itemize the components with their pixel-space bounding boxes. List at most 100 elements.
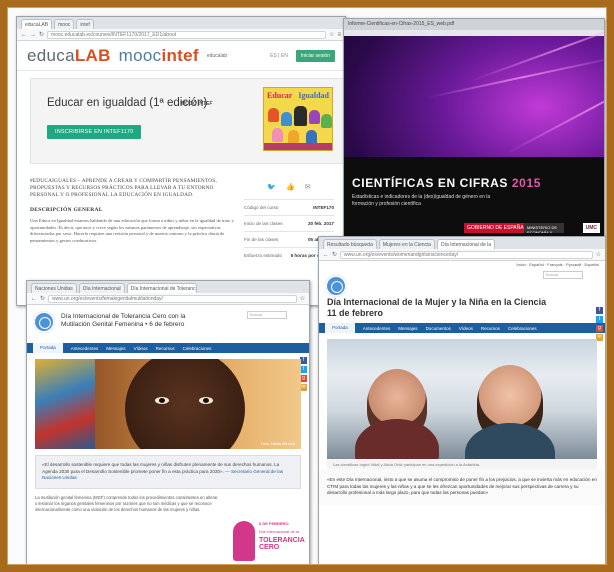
un-emblem-icon[interactable]	[33, 311, 55, 333]
report-title: CIENTÍFICAS EN CIFRAS 2015	[352, 176, 541, 190]
twitter-icon[interactable]: t	[300, 366, 307, 373]
woman-silhouette-icon	[233, 521, 255, 561]
site-header: educaLAB moocintef educalab ES | EN Inic…	[17, 41, 345, 71]
googleplus-icon[interactable]: g	[596, 325, 603, 332]
meta-row: Código del curso INTEF170	[244, 199, 334, 215]
browser-tab[interactable]: mooc	[54, 19, 75, 29]
moocintef-logo[interactable]: moocintef	[119, 46, 199, 66]
browser-tabbar: Resultado búsqueda Mujeres en la Ciencia…	[319, 237, 605, 249]
un-emblem-icon[interactable]	[325, 275, 347, 297]
browser-tab[interactable]: Mujeres en la Ciencia	[378, 239, 435, 249]
report-subtitle: Estadísticas e indicadores de la (des)ig…	[352, 194, 491, 207]
nav-item[interactable]: Vídeos	[459, 326, 473, 331]
like-icon[interactable]: 👍	[286, 183, 295, 191]
course-description: #EDUCAIGUALES – APRENDE A CREAR Y COMPAR…	[30, 178, 235, 244]
course-poster: Educar Igualdad	[263, 87, 333, 151]
nav-item[interactable]: Antecedentes	[71, 346, 99, 351]
browser-tab[interactable]: intef	[76, 19, 94, 29]
poster-figure	[281, 112, 292, 126]
nav-item[interactable]: Documentos	[426, 326, 451, 331]
language-switch[interactable]: ES | EN	[270, 53, 288, 59]
nav-item[interactable]: Mensajes	[106, 346, 125, 351]
cover-light-ray	[425, 55, 604, 99]
description-heading: DESCRIPCIÓN GENERAL	[30, 207, 103, 213]
nav-item[interactable]: Vídeos	[134, 346, 148, 351]
browser-tabbar: educaLAB mooc intef	[17, 17, 345, 29]
sg-quote: «El desarrollo sostenible requiere que t…	[35, 455, 301, 489]
twitter-icon[interactable]: t	[596, 316, 603, 323]
enroll-button[interactable]: INSCRIBIRSE EN INTEF1170	[47, 125, 142, 139]
star-icon[interactable]: ☆	[596, 251, 601, 259]
scientist-jacket	[355, 419, 439, 459]
poster-figure	[321, 114, 332, 128]
reload-icon[interactable]: ↻	[332, 251, 337, 259]
report-cover: CIENTÍFICAS EN CIFRAS 2015 Estadísticas …	[344, 19, 604, 237]
address-bar[interactable]: mooc.educalab.es/courses/INTEF1170/2017_…	[47, 30, 327, 39]
login-button[interactable]: Iniciar sesión	[295, 49, 335, 62]
women-science-window: Resultado búsqueda Mujeres en la Ciencia…	[318, 236, 606, 564]
scientists-photo	[327, 339, 597, 459]
poster-figure	[288, 130, 299, 144]
search-input[interactable]: Buscar	[543, 271, 583, 279]
poster-title-left: Educar	[267, 91, 293, 100]
nav-item[interactable]: Celebraciones	[508, 326, 537, 331]
reload-icon[interactable]: ↻	[40, 295, 45, 303]
back-icon[interactable]: ←	[31, 295, 37, 303]
mail-icon[interactable]: ✉	[596, 334, 603, 341]
back-icon[interactable]: ←	[323, 251, 329, 259]
forward-icon[interactable]: →	[30, 31, 36, 39]
star-icon[interactable]: ☆	[329, 31, 334, 39]
pdf-tab[interactable]: Informe-Cientificas-en-Cifras-2015_ES_we…	[344, 19, 604, 30]
badge-subtitle: Día Internacional de la	[259, 529, 300, 534]
back-icon[interactable]: ←	[21, 31, 27, 39]
facebook-icon[interactable]: f	[300, 357, 307, 364]
un-header: Día Internacional de Tolerancia Cero con…	[27, 305, 309, 343]
hero-photo: Foto: Nikita Mirshin	[35, 359, 301, 449]
reload-icon[interactable]: ↻	[39, 31, 44, 39]
nav-item[interactable]: Antecedentes	[363, 326, 391, 331]
nav-item[interactable]: Portada	[33, 343, 63, 353]
site-subtitle: educalab	[206, 52, 228, 59]
poster-figure	[309, 110, 320, 124]
page-body: La mutilación genital femenina (MGF) com…	[35, 494, 218, 512]
poster-figure	[294, 106, 307, 126]
browser-toolbar: ← ↻ www.un.org/es/events/womenandgirlsin…	[319, 249, 605, 261]
headwrap-pattern	[35, 359, 95, 449]
language-bar[interactable]: Inicio · Español · Français · Русский · …	[319, 261, 605, 269]
mail-icon[interactable]: ✉	[305, 183, 311, 191]
browser-tab[interactable]: Día Internacional de Tolerancia Cero	[126, 283, 197, 293]
cover-light-ray	[505, 59, 604, 155]
address-bar[interactable]: www.un.org/es/events/femalegenitalmutila…	[48, 294, 297, 303]
main-nav: Portada Antecedentes Mensajes Vídeos Rec…	[27, 343, 309, 353]
nav-item[interactable]: Celebraciones	[183, 346, 212, 351]
description-body: Una Educa en Igualdad estamos hablando d…	[30, 218, 234, 243]
twitter-icon[interactable]: 🐦	[267, 183, 276, 191]
poster-figure	[272, 128, 283, 142]
scientist-jacket	[465, 423, 555, 459]
nav-item[interactable]: Recursos	[481, 326, 500, 331]
photo-caption: Las científicas Ingrid Vidal y Alicia Or…	[327, 459, 597, 469]
browser-tab[interactable]: Día Internacional de la	[436, 239, 496, 249]
meta-label: Esfuerzo estimado	[244, 253, 283, 258]
browser-tab[interactable]: Resultado búsqueda	[323, 239, 377, 249]
un-header: Buscar Día Internacional de la Mujer y l…	[319, 269, 605, 323]
poster-title-right: Igualdad	[298, 91, 329, 100]
browser-tab[interactable]: Día Internacional	[78, 283, 125, 293]
mail-icon[interactable]: ✉	[300, 384, 307, 391]
browser-toolbar: ← ↻ www.un.org/es/events/femalegenitalmu…	[27, 293, 309, 305]
star-icon[interactable]: ☆	[300, 295, 305, 303]
googleplus-icon[interactable]: g	[300, 375, 307, 382]
facebook-icon[interactable]: f	[596, 307, 603, 314]
meta-value: 20 feb. 2017	[307, 221, 334, 226]
nav-item[interactable]: Portada	[325, 323, 355, 333]
browser-tab[interactable]: Naciones Unidas	[31, 283, 77, 293]
meta-label: Inicio de las clases	[244, 221, 283, 226]
search-input[interactable]: Buscar	[247, 311, 287, 319]
eye	[155, 397, 169, 404]
educalab-logo[interactable]: educaLAB	[27, 46, 111, 66]
nav-item[interactable]: Mensajes	[398, 326, 417, 331]
address-bar[interactable]: www.un.org/es/events/womenandgirlsinscie…	[340, 250, 593, 259]
nav-item[interactable]: Recursos	[156, 346, 175, 351]
menu-icon[interactable]: ≡	[337, 31, 341, 39]
browser-tab[interactable]: educaLAB	[21, 19, 53, 29]
